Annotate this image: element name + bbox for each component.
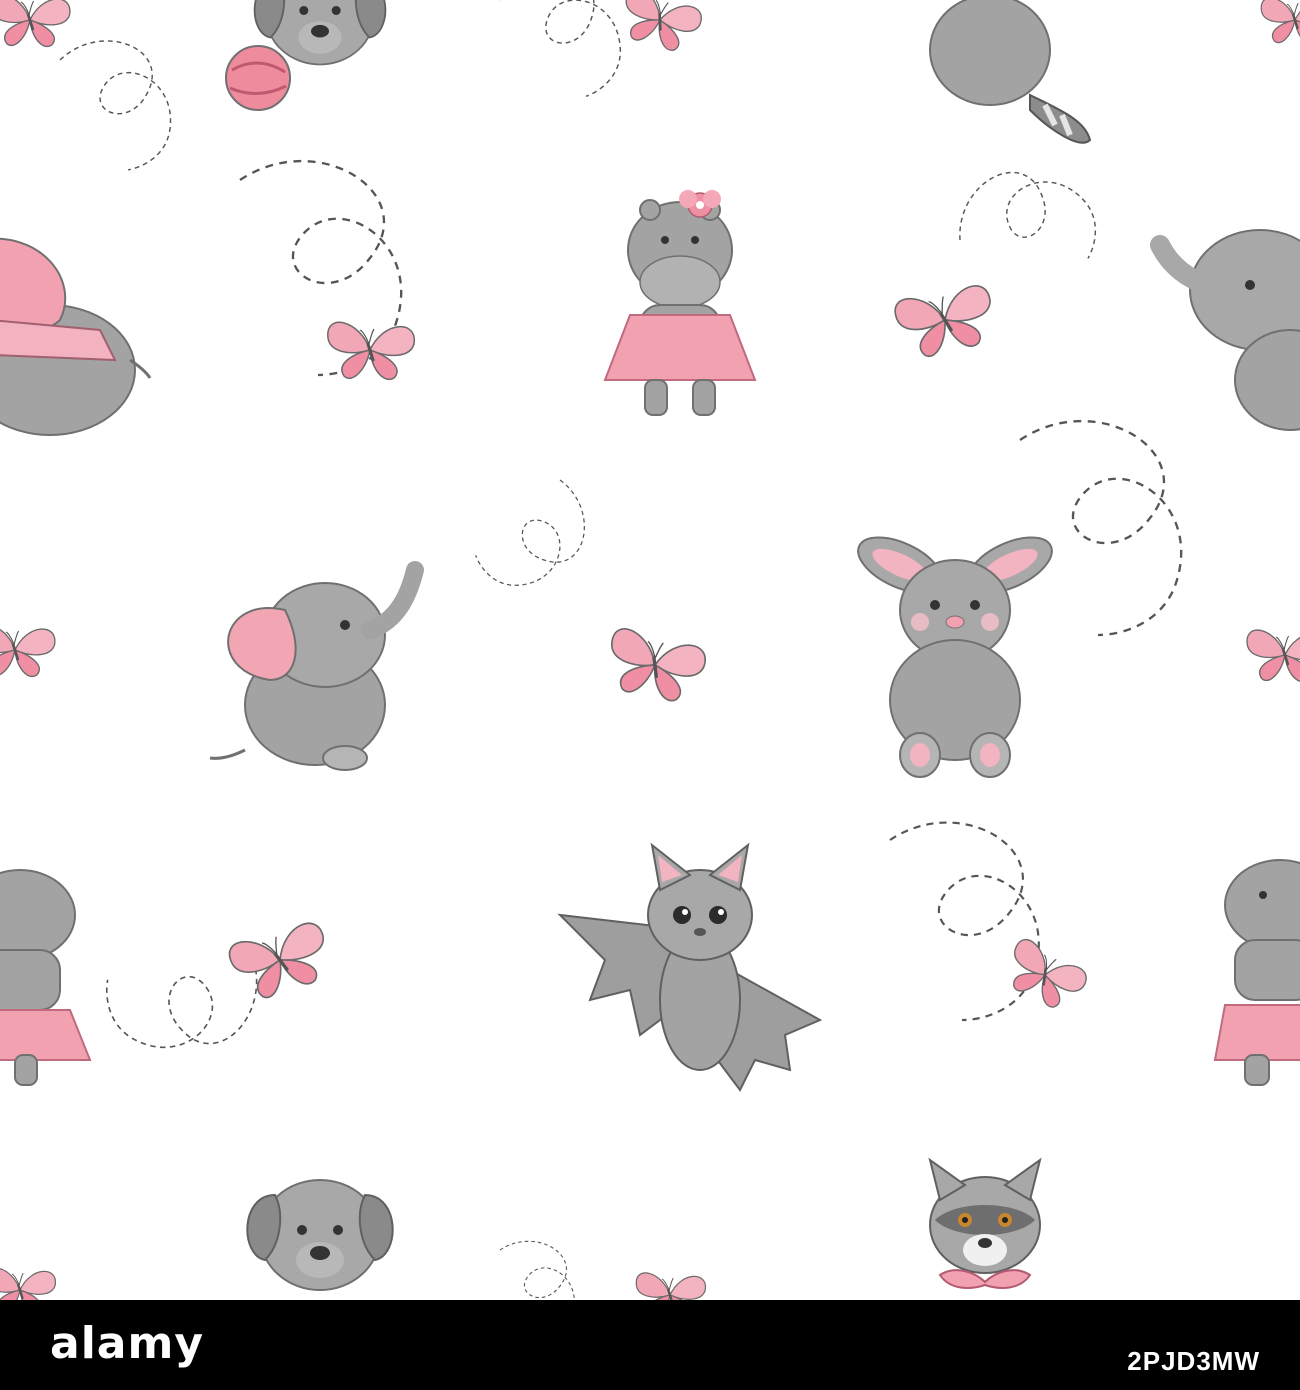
butterfly-11 <box>635 1271 707 1300</box>
flight-path-8 <box>499 1240 575 1300</box>
butterfly-5 <box>602 625 710 707</box>
hippo-right <box>1213 859 1300 1086</box>
butterfly-2 <box>615 0 707 58</box>
hippo-pink-dress <box>604 190 756 416</box>
raccoon-bottom <box>929 1159 1041 1289</box>
elephant-right <box>1150 229 1300 431</box>
raccoon-top <box>929 0 1092 144</box>
elephant-blanket-left <box>0 238 152 436</box>
butterfly-8 <box>224 913 339 1008</box>
brand-logo: alamy <box>50 1318 204 1369</box>
flight-path-4 <box>1018 419 1183 637</box>
flight-path-9 <box>495 0 635 114</box>
butterfly-7 <box>1245 628 1300 683</box>
dog-with-ball <box>225 0 387 111</box>
bunny <box>848 525 1062 778</box>
hippo-left <box>0 869 92 1086</box>
flight-path-2 <box>57 30 180 179</box>
flight-path-3 <box>460 475 600 599</box>
bat <box>559 844 821 1091</box>
butterfly-4 <box>890 276 1003 365</box>
butterfly-10 <box>1260 0 1300 45</box>
elephant-sitting <box>210 570 415 770</box>
watermark-footer: alamy 2PJD3MW <box>0 1300 1300 1390</box>
dog-bottom <box>246 1179 394 1291</box>
butterfly-6 <box>0 623 57 678</box>
flight-path-7 <box>949 147 1115 301</box>
image-id: 2PJD3MW <box>1127 1346 1260 1376</box>
seamless-animal-pattern <box>0 0 1300 1300</box>
butterfly-1 <box>0 0 72 48</box>
butterfly-3 <box>326 320 416 381</box>
butterfly-12 <box>0 1266 57 1300</box>
butterfly-9 <box>998 935 1094 1018</box>
